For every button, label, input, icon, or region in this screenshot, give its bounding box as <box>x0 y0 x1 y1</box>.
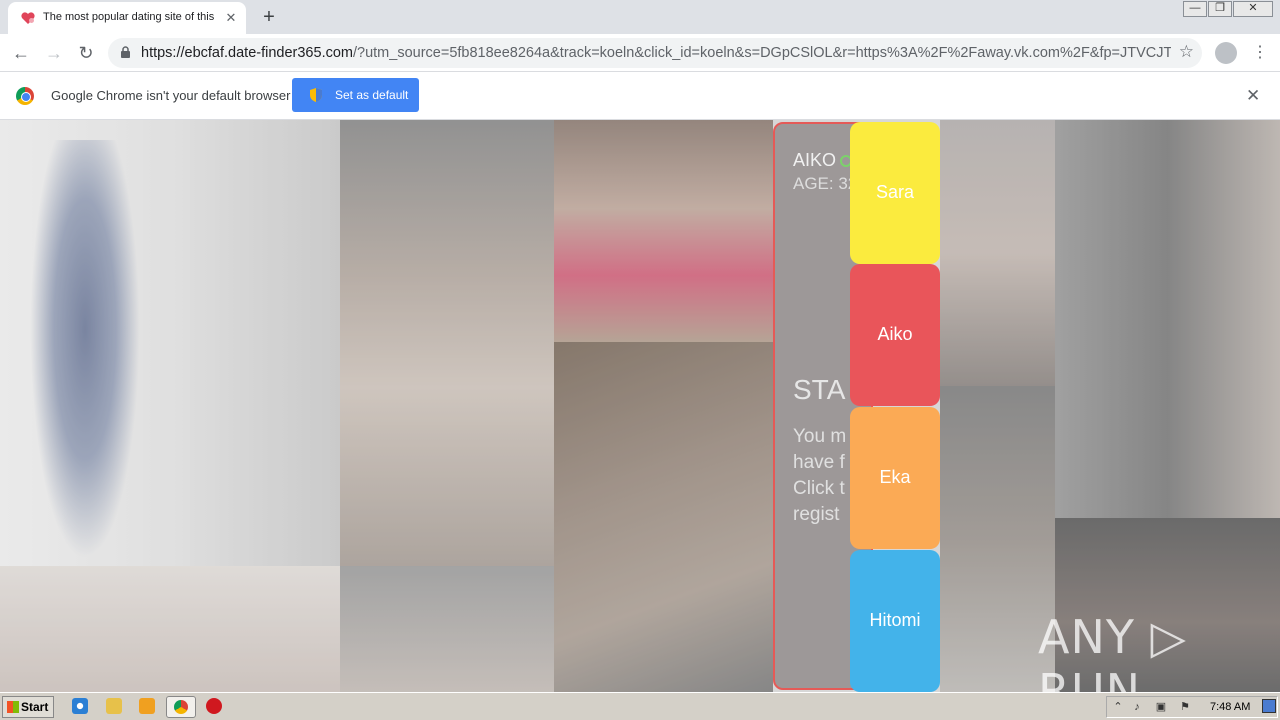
page-content: AIKO AGE: 32 STA You m have f Click t re… <box>0 120 1280 692</box>
infobar-close-icon[interactable]: ✕ <box>1246 86 1260 106</box>
infobar-message: Google Chrome isn't your default browser <box>51 88 291 103</box>
clock: 7:48 AM <box>1210 701 1251 713</box>
minimize-button[interactable]: — <box>1183 1 1207 17</box>
chrome-icon <box>174 700 188 714</box>
set-as-default-button[interactable]: Set as default <box>292 78 419 112</box>
name-item-sara[interactable]: Sara <box>850 122 940 264</box>
restore-button[interactable]: ❐ <box>1208 1 1232 17</box>
new-tab-button[interactable]: + <box>258 6 280 28</box>
folder-icon[interactable] <box>106 698 122 714</box>
name-item-hitomi[interactable]: Hitomi <box>850 550 940 692</box>
favicon-heart-icon <box>21 12 35 24</box>
profile-name-row: AIKO <box>793 150 853 171</box>
network-icon[interactable]: ▣ <box>1155 701 1167 713</box>
card-heading: STA <box>793 374 846 405</box>
lock-icon <box>121 46 130 58</box>
name-label: Aiko <box>877 324 913 344</box>
tab-title: The most popular dating site of this <box>43 11 215 23</box>
tray-expand-icon[interactable]: ⌃ <box>1112 701 1124 713</box>
taskbar: Start ⌃ ♪ ▣ ⚑ 7:48 AM <box>0 692 1280 720</box>
chrome-logo-icon <box>16 87 34 105</box>
profile-name: AIKO <box>793 150 837 170</box>
name-label: Eka <box>879 467 911 487</box>
name-item-eka[interactable]: Eka <box>850 407 940 549</box>
tab-close-icon[interactable]: ✕ <box>223 10 239 26</box>
anyrun-watermark: ANY ▷ RUN <box>1038 610 1187 692</box>
name-item-aiko[interactable]: Aiko <box>850 264 940 406</box>
shield-icon <box>310 88 322 102</box>
show-desktop-icon[interactable] <box>1262 699 1276 713</box>
address-bar[interactable]: https://ebcfaf.date-finder365.com/?utm_s… <box>108 38 1202 68</box>
default-browser-infobar: Google Chrome isn't your default browser… <box>0 72 1280 120</box>
menu-icon[interactable]: ⋮ <box>1252 42 1268 64</box>
name-list: Sara Aiko Eka Hitomi <box>850 122 940 692</box>
card-body-line: regist <box>793 504 840 525</box>
name-label: Hitomi <box>869 610 921 630</box>
star-icon[interactable]: ☆ <box>1179 42 1194 62</box>
media-player-icon[interactable] <box>139 698 155 714</box>
window-close-button[interactable]: ✕ <box>1233 1 1273 17</box>
url-host: https://ebcfaf.date-finder365.com <box>141 45 353 61</box>
ie-icon[interactable] <box>72 698 88 714</box>
tab-strip: The most popular dating site of this ✕ +… <box>0 0 1280 34</box>
card-body-line: Click t <box>793 478 845 499</box>
profile-age: AGE: 32 <box>793 174 858 193</box>
back-icon[interactable]: ← <box>9 41 33 65</box>
url-text[interactable]: https://ebcfaf.date-finder365.com/?utm_s… <box>141 45 1171 61</box>
card-body-line: You m <box>793 426 847 447</box>
forward-icon[interactable]: → <box>42 41 66 65</box>
system-tray: ⌃ ♪ ▣ ⚑ 7:48 AM <box>1106 696 1278 718</box>
card-body-line: have f <box>793 452 845 473</box>
flag-icon[interactable]: ⚑ <box>1179 701 1191 713</box>
name-label: Sara <box>875 182 915 202</box>
windows-flag-icon <box>7 701 19 713</box>
chrome-taskbar-button[interactable] <box>166 696 196 718</box>
volume-icon[interactable]: ♪ <box>1131 701 1143 713</box>
card-body: You m have f Click t regist <box>793 424 846 528</box>
url-query: /?utm_source=5fb818ee8264a&track=koeln&c… <box>353 45 1171 61</box>
active-tab[interactable]: The most popular dating site of this ✕ <box>8 2 246 34</box>
start-button[interactable]: Start <box>2 696 54 718</box>
reload-icon[interactable]: ↻ <box>74 41 98 65</box>
set-as-default-label: Set as default <box>335 88 409 102</box>
avira-icon[interactable] <box>206 698 222 714</box>
dim-overlay <box>0 120 1280 692</box>
start-label: Start <box>21 700 49 714</box>
profile-icon[interactable] <box>1215 42 1237 64</box>
browser-toolbar: ← → ↻ https://ebcfaf.date-finder365.com/… <box>0 34 1280 72</box>
